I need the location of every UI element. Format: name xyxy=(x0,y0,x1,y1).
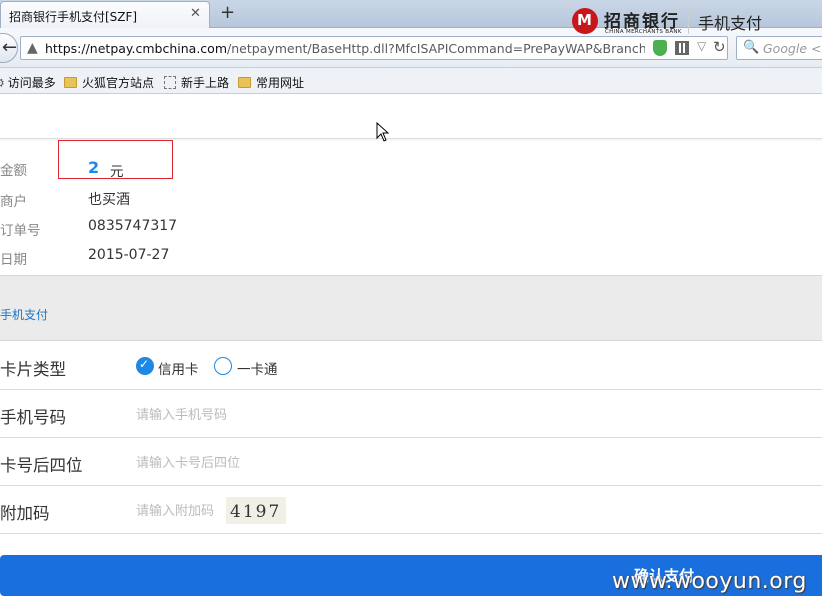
bookmark-common-sites[interactable]: 常用网址 xyxy=(238,74,304,91)
search-placeholder: Google <C xyxy=(763,41,822,56)
browser-tab[interactable]: 招商银行手机支付[SZF] ✕ xyxy=(0,1,210,28)
captcha-input[interactable] xyxy=(136,501,222,521)
gear-icon: ⚙ xyxy=(0,76,5,90)
close-tab-icon[interactable]: ✕ xyxy=(190,6,201,21)
section-band: 手机支付 xyxy=(0,275,822,341)
address-bar[interactable]: ▲ https://netpay.cmbchina.com/netpayment… xyxy=(20,36,728,60)
captcha-image[interactable]: 4197 xyxy=(226,497,286,524)
mobile-pay-tab[interactable]: 手机支付 xyxy=(0,306,48,323)
back-button[interactable]: ← xyxy=(0,33,18,63)
reload-icon[interactable]: ↻ xyxy=(713,38,726,56)
captcha-row: 附加码 4197 xyxy=(0,486,822,534)
amount-label: 金额 xyxy=(0,163,27,179)
card-last4-label: 卡号后四位 xyxy=(0,456,83,475)
credit-card-label[interactable]: 信用卡 xyxy=(158,358,199,378)
amount-value: 2 xyxy=(88,158,100,177)
order-number-value: 0835747317 xyxy=(88,218,178,234)
card-last4-input[interactable] xyxy=(136,453,376,473)
folder-icon xyxy=(238,77,251,88)
bookmarks-bar: ⚙访问最多 火狐官方站点 新手上路 常用网址 xyxy=(0,68,822,94)
browser-nav-bar: ← ▲ https://netpay.cmbchina.com/netpayme… xyxy=(0,28,822,68)
order-number-label: 订单号 xyxy=(0,223,41,239)
dropdown-arrow-icon[interactable]: ▽ xyxy=(697,39,706,53)
shield-icon[interactable] xyxy=(653,40,667,56)
yikatong-radio[interactable] xyxy=(214,357,232,375)
yikatong-label[interactable]: 一卡通 xyxy=(237,358,278,378)
search-icon: 🔍 xyxy=(743,40,760,55)
phone-label: 手机号码 xyxy=(0,408,66,427)
url-host: https://netpay.cmbchina.com xyxy=(45,41,228,56)
bookmark-firefox-official[interactable]: 火狐官方站点 xyxy=(64,74,154,91)
header-divider xyxy=(688,10,689,34)
folder-icon xyxy=(64,77,77,88)
url-text: https://netpay.cmbchina.com/netpayment/B… xyxy=(45,41,645,56)
bookmark-getting-started[interactable]: 新手上路 xyxy=(164,74,229,91)
phone-row: 手机号码 xyxy=(0,390,822,438)
check-icon: ✓ xyxy=(139,357,150,371)
page-icon xyxy=(164,76,176,89)
url-path: /netpayment/BaseHttp.dll?MfcISAPICommand… xyxy=(227,41,645,56)
mouse-cursor-icon xyxy=(376,122,390,142)
qr-code-icon[interactable] xyxy=(675,41,689,55)
bank-logo-icon: M xyxy=(572,8,598,34)
bookmark-most-visited[interactable]: ⚙访问最多 xyxy=(0,74,56,91)
search-box[interactable]: 🔍 Google <C xyxy=(736,36,822,60)
watermark: www.wooyun.org xyxy=(612,569,807,594)
merchant-label: 商户 xyxy=(0,194,27,210)
amount-unit: 元 xyxy=(110,164,124,180)
date-value: 2015-07-27 xyxy=(88,247,170,263)
page-header xyxy=(0,95,822,139)
captcha-label: 附加码 xyxy=(0,504,50,523)
card-type-label: 卡片类型 xyxy=(0,360,66,379)
date-label: 日期 xyxy=(0,252,27,268)
warning-icon[interactable]: ▲ xyxy=(27,40,38,56)
merchant-value: 也买酒 xyxy=(88,192,130,208)
card-last4-row: 卡号后四位 xyxy=(0,438,822,486)
tab-title: 招商银行手机支付[SZF] xyxy=(9,10,138,24)
back-arrow-icon: ← xyxy=(2,37,18,58)
bank-name-en: CHINA MERCHANTS BANK xyxy=(605,29,682,35)
credit-card-radio[interactable]: ✓ xyxy=(136,357,154,375)
page-title: 手机支付 xyxy=(698,14,763,33)
new-tab-button[interactable]: + xyxy=(220,2,235,23)
phone-input[interactable] xyxy=(136,405,376,425)
card-type-row: 卡片类型 ✓ 信用卡 一卡通 xyxy=(0,342,822,390)
